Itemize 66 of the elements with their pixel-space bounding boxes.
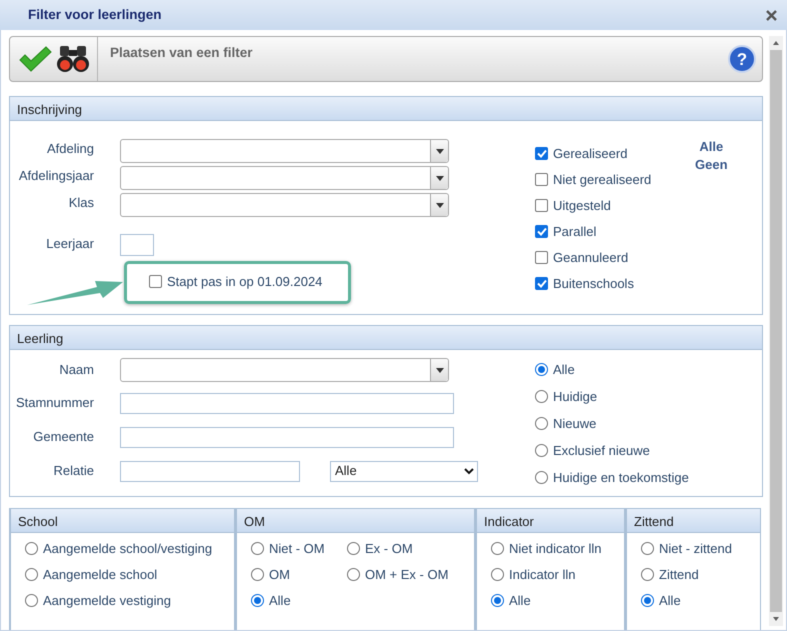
panel-header: School: [11, 509, 234, 533]
radio-option[interactable]: Aangemelde vestiging: [25, 592, 234, 609]
caret-icon[interactable]: [436, 148, 444, 154]
checkbox-option[interactable]: Parallel: [535, 223, 695, 240]
panel-header: Indicator: [477, 509, 624, 533]
checkbox-option[interactable]: Uitgesteld: [535, 197, 695, 214]
radio-option[interactable]: Indicator lln: [491, 566, 624, 583]
radio-option[interactable]: Ex - OM: [347, 540, 474, 557]
dropdown-field[interactable]: [120, 193, 449, 217]
field-label: Stamnummer: [14, 394, 95, 412]
toolbar-title: Plaatsen van een filter: [109, 44, 254, 62]
caret-icon[interactable]: [436, 368, 444, 372]
field-label: Leerjaar: [45, 235, 95, 253]
checkbox-option[interactable]: Niet gerealiseerd: [535, 171, 695, 188]
close-icon[interactable]: [766, 10, 777, 20]
radio-option[interactable]: Alle: [535, 361, 689, 378]
radio-option[interactable]: Alle: [251, 592, 347, 609]
checkmark-icon[interactable]: [18, 46, 52, 72]
field-label: Naam: [58, 361, 95, 380]
field-label: Gemeente: [32, 428, 95, 446]
section-header: Leerling: [10, 326, 762, 350]
input-field[interactable]: [120, 426, 454, 448]
checkmark-icon: [536, 227, 546, 236]
caret-icon[interactable]: [436, 176, 444, 180]
radio-option[interactable]: OM: [251, 566, 347, 583]
filter-link[interactable]: Geen: [695, 156, 728, 174]
radio-option[interactable]: Niet - OM: [251, 540, 347, 557]
radio-option[interactable]: Aangemelde school: [25, 566, 234, 583]
input-field[interactable]: [120, 234, 154, 256]
checkbox-option[interactable]: Gerealiseerd: [535, 145, 695, 162]
radio-option[interactable]: Exclusief nieuwe: [535, 442, 689, 459]
field-label: Relatie: [52, 462, 95, 480]
dropdown-field[interactable]: [120, 166, 449, 190]
radio-option[interactable]: Niet indicator lln: [491, 540, 624, 557]
radio-option[interactable]: Alle: [491, 592, 624, 609]
radio-option[interactable]: Niet - zittend: [641, 540, 760, 557]
input-field[interactable]: [120, 460, 300, 482]
radio-option[interactable]: Nieuwe: [535, 415, 689, 432]
scrollbar[interactable]: [769, 36, 783, 626]
input-field[interactable]: [120, 392, 454, 414]
window-title: Filter voor leerlingen: [28, 6, 163, 24]
dropdown-field[interactable]: [120, 358, 449, 382]
radio-option[interactable]: Alle: [641, 592, 760, 609]
radio-option[interactable]: Huidige: [535, 388, 689, 405]
checkbox-option[interactable]: Geannuleerd: [535, 249, 695, 266]
panel-header: Zittend: [627, 509, 760, 533]
dropdown-field[interactable]: [120, 139, 449, 163]
field-label: Klas: [68, 194, 95, 212]
checkbox-option[interactable]: Buitenschools: [535, 275, 695, 292]
checkmark-icon: [536, 149, 546, 158]
section-header: Inschrijving: [10, 97, 762, 121]
caret-icon[interactable]: [436, 202, 444, 208]
chevron-down-icon: [464, 468, 474, 474]
radio-option[interactable]: Huidige en toekomstige: [535, 469, 689, 486]
field-label: Afdeling: [46, 140, 95, 158]
help-icon[interactable]: ?: [728, 45, 756, 73]
select-field[interactable]: Alle: [330, 460, 478, 482]
panel-header: OM: [237, 509, 474, 533]
binoculars-icon[interactable]: [56, 44, 90, 74]
filter-link[interactable]: Alle: [699, 138, 724, 156]
checkmark-icon: [536, 279, 546, 288]
radio-option[interactable]: Zittend: [641, 566, 760, 583]
field-label: Afdelingsjaar: [18, 167, 95, 185]
radio-option[interactable]: Aangemelde school/vestiging: [25, 540, 234, 557]
checkbox-option[interactable]: Stapt pas in op 01.09.2024: [149, 272, 322, 292]
radio-option[interactable]: OM + Ex - OM: [347, 566, 474, 583]
